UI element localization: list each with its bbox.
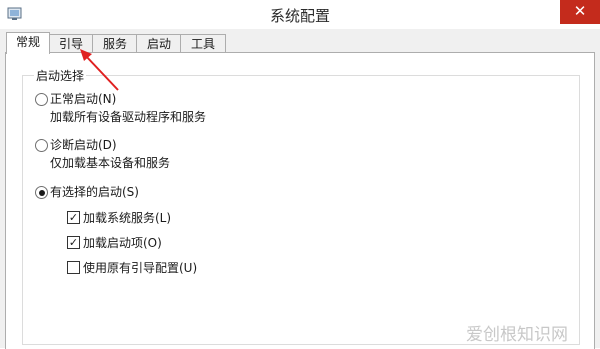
normal-startup-radio[interactable]: [35, 93, 48, 106]
diagnostic-startup-label[interactable]: 诊断启动(D): [50, 136, 117, 153]
use-original-boot-config-label[interactable]: 使用原有引导配置(U): [83, 259, 197, 276]
close-icon: ✕: [573, 2, 587, 20]
tab-boot[interactable]: 引导: [48, 34, 94, 53]
title-bar: 系统配置 ✕: [0, 0, 600, 30]
watermark: 爱创根知识网: [466, 325, 568, 345]
load-system-services-checkbox[interactable]: ✓: [67, 211, 80, 224]
load-startup-items-checkbox[interactable]: ✓: [67, 236, 80, 249]
selective-startup-radio[interactable]: [35, 186, 48, 199]
window-title: 系统配置: [269, 7, 330, 25]
load-startup-items-label[interactable]: 加载启动项(O): [83, 234, 162, 251]
tab-panel-general: 启动选择 正常启动(N) 加载所有设备驱动程序和服务 诊断启动(D) 仅加载基本…: [5, 52, 595, 349]
normal-startup-label[interactable]: 正常启动(N): [50, 90, 116, 107]
tab-tools[interactable]: 工具: [180, 34, 226, 53]
use-original-boot-config-checkbox[interactable]: [67, 261, 80, 274]
load-system-services-label[interactable]: 加载系统服务(L): [83, 209, 171, 226]
close-button[interactable]: ✕: [560, 0, 600, 24]
tab-startup[interactable]: 启动: [136, 34, 182, 53]
diagnostic-startup-radio[interactable]: [35, 139, 48, 152]
selective-startup-label[interactable]: 有选择的启动(S): [50, 183, 139, 200]
group-legend: 启动选择: [34, 67, 87, 84]
tab-general[interactable]: 常规: [6, 32, 50, 54]
normal-startup-description: 加载所有设备驱动程序和服务: [50, 110, 207, 124]
tab-services[interactable]: 服务: [92, 34, 138, 53]
diagnostic-startup-description: 仅加载基本设备和服务: [50, 156, 171, 170]
